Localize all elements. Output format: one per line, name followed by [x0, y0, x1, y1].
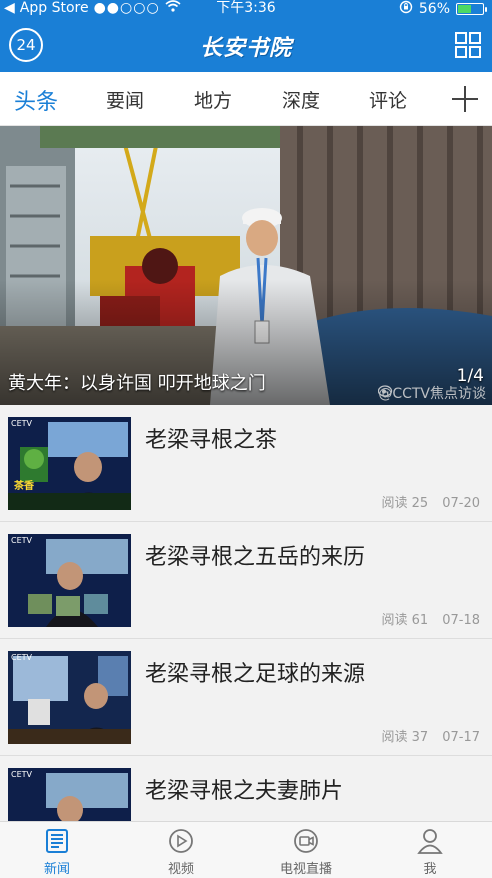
- bottom-tab-bar: 新闻 视频 电视直播 我: [0, 821, 492, 878]
- video-play-icon: [169, 829, 193, 853]
- hero-image: [0, 126, 492, 405]
- tabbar-news[interactable]: 新闻: [12, 828, 102, 877]
- list-item[interactable]: CETV 老梁寻根之五岳的来历 阅读 61 07-18: [0, 522, 492, 639]
- status-bar: ◀ App Store ●●○○○ 下午3:36 56%: [0, 0, 492, 18]
- tab-headlines[interactable]: 头条: [14, 84, 58, 116]
- tabbar-me[interactable]: 我: [385, 828, 475, 877]
- tab-in-depth[interactable]: 深度: [282, 86, 320, 113]
- article-title[interactable]: 老梁寻根之夫妻肺片: [145, 773, 343, 805]
- tabbar-label: 电视直播: [279, 862, 332, 877]
- list-item[interactable]: CETV 老梁寻根之足球的来源 阅读 37 07-17: [0, 639, 492, 756]
- article-title[interactable]: 老梁寻根之足球的来源: [145, 656, 365, 688]
- tv-camera-icon: [294, 829, 318, 853]
- news-icon: [46, 829, 68, 853]
- hero-watermark: @CCTV焦点访谈: [378, 383, 486, 403]
- article-thumbnail: CETV: [8, 534, 131, 627]
- article-thumbnail: CETV 茶香: [8, 417, 131, 510]
- top-bar: ◀ App Store ●●○○○ 下午3:36 56% 24 长安书院: [0, 0, 492, 72]
- tabbar-label: 新闻: [43, 862, 70, 877]
- article-meta: 阅读 37 07-17: [382, 726, 480, 745]
- tab-commentary[interactable]: 评论: [369, 86, 407, 113]
- article-title[interactable]: 老梁寻根之茶: [145, 422, 277, 454]
- article-thumbnail: CETV: [8, 651, 131, 744]
- article-title[interactable]: 老梁寻根之五岳的来历: [145, 539, 365, 571]
- tabbar-label: 视频: [167, 862, 194, 877]
- read-count: 阅读 37: [381, 730, 429, 745]
- hero-banner[interactable]: 黄大年：以身许国 叩开地球之门 1/4 @CCTV焦点访谈: [0, 126, 492, 405]
- article-date: 07-17: [442, 730, 480, 745]
- user-icon: [417, 829, 443, 854]
- add-category-icon[interactable]: [450, 84, 480, 114]
- cetv-logo: CETV: [11, 653, 32, 662]
- status-right: 56%: [399, 0, 487, 18]
- tabbar-tv-live[interactable]: 电视直播: [261, 828, 351, 877]
- article-list: CETV 茶香 老梁寻根之茶 阅读 25 07-20 CETV 老梁寻根之五岳的来…: [0, 405, 492, 873]
- read-count: 阅读 61: [381, 613, 429, 628]
- tab-important-news[interactable]: 要闻: [106, 86, 144, 113]
- article-date: 07-20: [442, 496, 480, 511]
- hero-caption[interactable]: 黄大年：以身许国 叩开地球之门: [8, 369, 266, 395]
- tab-local[interactable]: 地方: [194, 86, 232, 113]
- article-meta: 阅读 61 07-18: [382, 609, 480, 628]
- watermark-text: @CCTV焦点访谈: [378, 386, 486, 402]
- tabbar-video[interactable]: 视频: [136, 828, 226, 877]
- app-header: 24 长安书院: [0, 18, 492, 72]
- article-date: 07-18: [442, 613, 480, 628]
- cetv-logo: CETV: [11, 419, 32, 428]
- grid-menu-icon[interactable]: [454, 31, 482, 59]
- cetv-logo: CETV: [11, 770, 32, 779]
- read-count: 阅读 25: [381, 496, 429, 511]
- battery-icon: [456, 3, 487, 15]
- app-logo: 长安书院: [199, 35, 292, 61]
- battery-percent: 56%: [418, 1, 450, 17]
- article-meta: 阅读 25 07-20: [382, 492, 480, 511]
- cetv-logo: CETV: [11, 536, 32, 545]
- rotation-lock-icon: [399, 0, 413, 18]
- list-item[interactable]: CETV 茶香 老梁寻根之茶 阅读 25 07-20: [0, 405, 492, 522]
- tabbar-label: 我: [423, 862, 437, 877]
- thumb-text: 茶香: [14, 481, 34, 492]
- category-tabs: 头条 要闻 地方 深度 评论: [0, 72, 492, 126]
- weibo-icon: [378, 385, 393, 397]
